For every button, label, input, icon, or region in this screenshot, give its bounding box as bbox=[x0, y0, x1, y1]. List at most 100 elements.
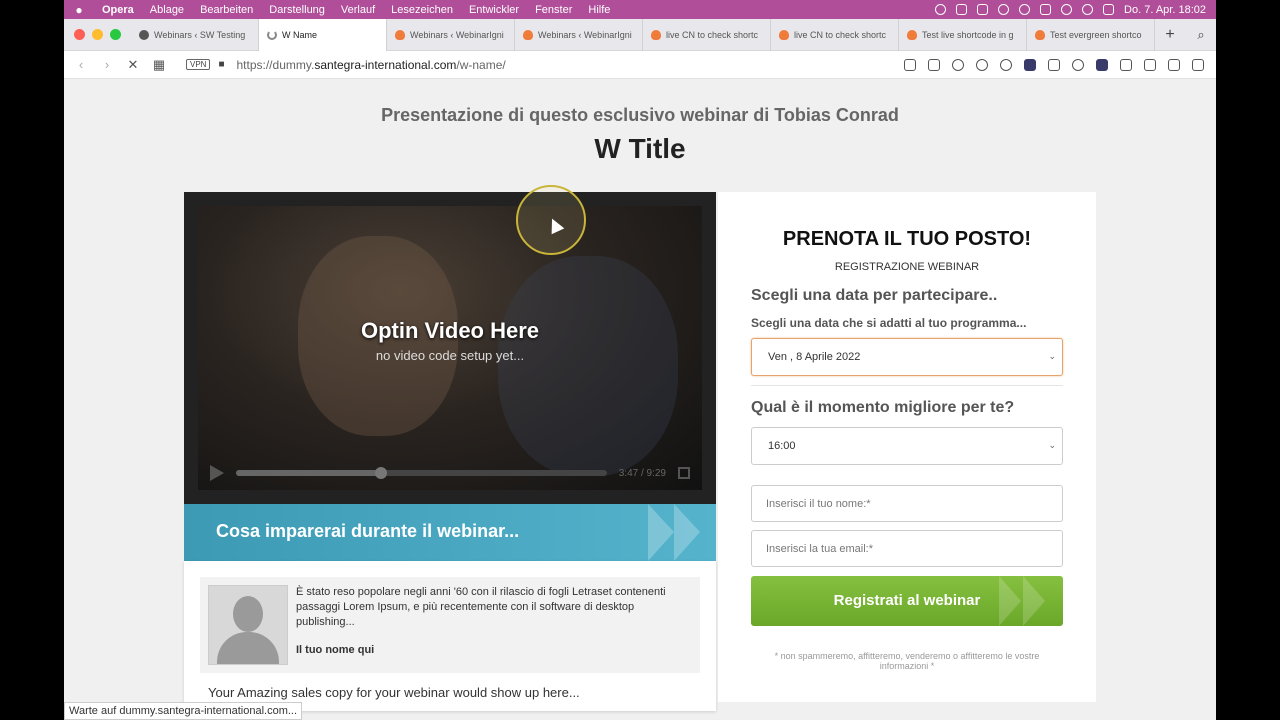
play-icon[interactable] bbox=[210, 465, 224, 481]
tab-webinars-webinarignition-1[interactable]: Webinars ‹ WebinarIgni bbox=[387, 18, 515, 51]
menu-bearbeiten[interactable]: Bearbeiten bbox=[192, 4, 261, 16]
url-prefix: https://dummy. bbox=[236, 57, 315, 72]
cube-icon[interactable] bbox=[1120, 58, 1132, 71]
tab-label: live CN to check shortc bbox=[666, 29, 759, 40]
testimonial-card: È stato reso popolare negli anni '60 con… bbox=[200, 577, 700, 673]
date-title: Scegli una data per partecipare.. bbox=[751, 287, 998, 304]
menu-verlauf[interactable]: Verlauf bbox=[333, 4, 383, 16]
tab-webinars-webinarignition-2[interactable]: Webinars ‹ WebinarIgni bbox=[515, 18, 643, 51]
webpage: Presentazione di questo esclusivo webina… bbox=[64, 79, 1216, 720]
heart-icon[interactable] bbox=[976, 58, 988, 71]
form-subheading: REGISTRAZIONE WEBINAR bbox=[834, 261, 980, 273]
time-select-value: 16:00 bbox=[768, 440, 796, 452]
fullscreen-icon[interactable] bbox=[678, 467, 690, 479]
tab-label: live CN to check shortc bbox=[794, 29, 887, 40]
vpn-badge[interactable]: VPN bbox=[186, 59, 211, 70]
chevron-down-icon: ⌄ bbox=[1048, 351, 1056, 361]
display-icon[interactable] bbox=[977, 4, 989, 15]
menubar-clock[interactable]: Do. 7. Apr. 18:02 bbox=[1124, 4, 1206, 16]
apple-menu-icon[interactable]: ● bbox=[64, 3, 94, 17]
new-tab-icon[interactable]: + bbox=[1155, 26, 1185, 44]
battery-saver-icon[interactable] bbox=[1168, 58, 1180, 71]
shield-icon[interactable] bbox=[952, 58, 964, 71]
forward-icon[interactable]: › bbox=[94, 57, 120, 72]
avatar-head bbox=[233, 596, 263, 632]
puzzle-icon[interactable] bbox=[1072, 58, 1084, 71]
url-field[interactable]: https://dummy.santegra-international.com… bbox=[237, 58, 506, 72]
download-icon[interactable] bbox=[1144, 58, 1156, 71]
edit-icon[interactable] bbox=[904, 58, 916, 71]
register-button-label: Registrati al webinar bbox=[833, 592, 981, 609]
avatar-placeholder bbox=[208, 585, 288, 665]
tab-search-icon[interactable]: ⌕ bbox=[1186, 27, 1216, 43]
dropbox-icon[interactable] bbox=[956, 4, 968, 15]
video-subline: no video code setup yet... bbox=[375, 348, 525, 363]
menu-ablage[interactable]: Ablage bbox=[142, 4, 192, 16]
tab-test-evergreen-shortcode[interactable]: Test evergreen shortco bbox=[1027, 18, 1155, 51]
tab-label: Webinars ‹ SW Testing bbox=[154, 29, 246, 40]
video-controls: 3:47 / 9:29 bbox=[198, 456, 702, 490]
webinar-title: W Title bbox=[594, 133, 686, 164]
tab-live-cn-2[interactable]: live CN to check shortc bbox=[771, 18, 899, 51]
wallet-icon[interactable] bbox=[1096, 58, 1108, 71]
learn-banner-text: Cosa imparerai durante il webinar... bbox=[216, 521, 520, 541]
name-input[interactable]: Inserisci il tuo nome:* bbox=[751, 485, 1063, 522]
email-input[interactable]: Inserisci la tua email:* bbox=[751, 530, 1063, 567]
time-select[interactable]: 16:00 ⌄ bbox=[751, 427, 1063, 465]
video-frame[interactable]: Optin Video Here no video code setup yet… bbox=[198, 206, 702, 490]
zoom-window-button[interactable] bbox=[110, 29, 121, 40]
menu-fenster[interactable]: Fenster bbox=[527, 4, 580, 16]
menu-hilfe[interactable]: Hilfe bbox=[580, 4, 618, 16]
tab-test-live-shortcode[interactable]: Test live shortcode in g bbox=[899, 18, 1027, 51]
status-app-icon[interactable] bbox=[935, 4, 947, 15]
search-icon[interactable] bbox=[1082, 4, 1094, 15]
wifi-icon[interactable] bbox=[1061, 4, 1073, 15]
stop-loading-icon[interactable]: ✕ bbox=[120, 57, 146, 73]
extension-icon[interactable] bbox=[1024, 58, 1036, 71]
tab-label: Test live shortcode in g bbox=[922, 29, 1014, 40]
register-button[interactable]: Registrati al webinar bbox=[751, 576, 1063, 626]
testimonial-text: È stato reso popolare negli anni '60 con… bbox=[296, 586, 666, 628]
flame-icon bbox=[1035, 29, 1045, 40]
extension-icons bbox=[904, 58, 1216, 71]
battery-icon[interactable] bbox=[1040, 4, 1052, 15]
seek-handle[interactable] bbox=[374, 467, 387, 479]
tab-strip: Webinars ‹ SW Testing W Name Webinars ‹ … bbox=[64, 18, 1216, 51]
menu-lesezeichen[interactable]: Lesezeichen bbox=[383, 4, 461, 16]
menu-app-opera[interactable]: Opera bbox=[94, 4, 142, 16]
tab-w-name[interactable]: W Name bbox=[259, 18, 387, 51]
seek-bar-fill bbox=[236, 470, 381, 476]
lock-icon[interactable]: ■ bbox=[218, 59, 224, 70]
volume-icon[interactable] bbox=[1019, 4, 1031, 15]
registration-form: PRENOTA IL TUO POSTO! REGISTRAZIONE WEBI… bbox=[718, 192, 1096, 702]
speed-dial-icon[interactable]: ▦ bbox=[146, 57, 172, 73]
testimonial-name: Il tuo nome qui bbox=[296, 644, 375, 656]
date-select-value: Ven , 8 Aprile 2022 bbox=[768, 351, 861, 363]
adblock-icon[interactable] bbox=[1048, 58, 1060, 71]
menu-icon[interactable] bbox=[1192, 58, 1204, 71]
moon-icon[interactable] bbox=[998, 4, 1010, 15]
status-icons: Do. 7. Apr. 18:02 bbox=[935, 4, 1216, 16]
close-window-button[interactable] bbox=[74, 29, 85, 40]
video-player[interactable]: Optin Video Here no video code setup yet… bbox=[184, 192, 716, 504]
date-select[interactable]: Ven , 8 Aprile 2022 ⌄ bbox=[751, 338, 1063, 376]
menu-darstellung[interactable]: Darstellung bbox=[261, 4, 333, 16]
form-heading: PRENOTA IL TUO POSTO! bbox=[782, 228, 1032, 250]
back-icon[interactable]: ‹ bbox=[68, 57, 94, 72]
url-domain: santegra-international.com bbox=[314, 57, 457, 72]
password-manager-icon[interactable] bbox=[1000, 58, 1012, 71]
flame-icon bbox=[651, 29, 661, 40]
chevron-right-icon bbox=[674, 504, 700, 561]
menu-entwickler[interactable]: Entwickler bbox=[461, 4, 527, 16]
time-title: Qual è il momento migliore per te? bbox=[751, 399, 1015, 416]
control-center-icon[interactable] bbox=[1103, 4, 1115, 15]
seek-bar[interactable] bbox=[236, 467, 607, 479]
tab-live-cn-1[interactable]: live CN to check shortc bbox=[643, 18, 771, 51]
minimize-window-button[interactable] bbox=[92, 29, 103, 40]
presenter-line: Presentazione di questo esclusivo webina… bbox=[381, 105, 899, 125]
camera-icon[interactable] bbox=[928, 58, 940, 71]
macos-menu-bar: ● Opera Ablage Bearbeiten Darstellung Ve… bbox=[64, 0, 1216, 19]
flame-icon bbox=[907, 29, 917, 40]
status-bar: Warte auf dummy.santegra-international.c… bbox=[64, 702, 303, 720]
tab-webinars-sw-testing[interactable]: Webinars ‹ SW Testing bbox=[131, 18, 259, 51]
